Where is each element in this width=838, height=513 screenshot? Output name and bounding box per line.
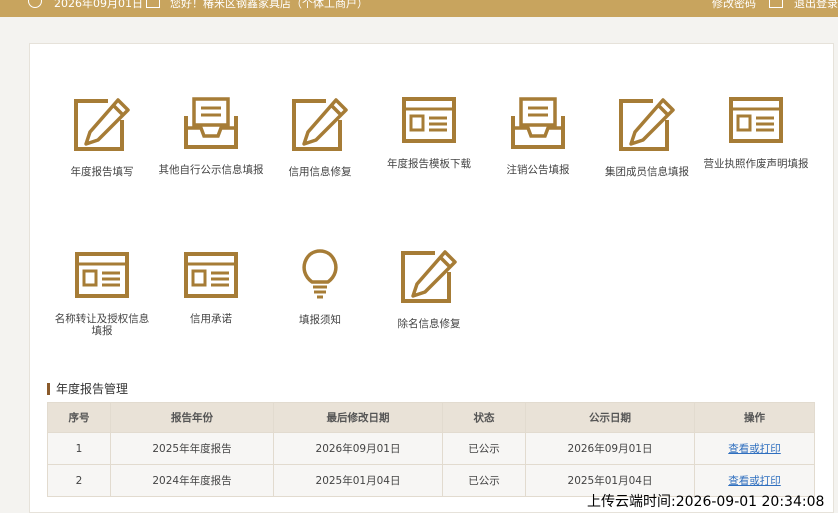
- change-password-link[interactable]: 修改密码: [712, 0, 756, 11]
- table-cell: 2: [47, 464, 111, 497]
- tile-label: 营业执照作废声明填报: [703, 158, 809, 170]
- view-or-print-link[interactable]: 查看或打印: [728, 443, 781, 455]
- table-cell-action: 查看或打印: [694, 432, 815, 465]
- inbox-icon: [184, 97, 238, 149]
- table-cell: 2024年年度报告: [110, 464, 274, 497]
- tile-label: 信用承诺: [190, 313, 232, 325]
- column-header: 序号: [47, 402, 111, 433]
- table-cell: 已公示: [442, 432, 526, 465]
- inbox-icon: [511, 97, 565, 149]
- tile-delisting-repair[interactable]: 除名信息修复: [369, 248, 489, 330]
- tile-label: 填报须知: [299, 314, 341, 326]
- section-title: 年度报告管理: [47, 380, 128, 397]
- tile-filing-instructions[interactable]: 填报须知: [260, 248, 380, 326]
- calendar-icon: [28, 0, 42, 8]
- table-cell: 已公示: [442, 464, 526, 497]
- tile-template-download[interactable]: 年度报告模板下载: [369, 96, 489, 170]
- section-title-text: 年度报告管理: [56, 382, 129, 396]
- tile-license-void[interactable]: 营业执照作废声明填报: [696, 96, 816, 170]
- window-icon: [75, 252, 129, 298]
- window-icon: [402, 97, 456, 143]
- tile-label: 名称转让及授权信息填报: [54, 313, 150, 337]
- current-date: 2026年09月01日: [54, 0, 143, 10]
- tile-annual-report-fill[interactable]: 年度报告填写: [42, 96, 162, 178]
- column-header: 公示日期: [525, 402, 695, 433]
- column-header: 报告年份: [110, 402, 274, 433]
- tile-label: 注销公告填报: [506, 164, 570, 176]
- logout-link[interactable]: 退出登录: [794, 0, 838, 11]
- window-icon: [184, 252, 238, 298]
- tile-label: 集团成员信息填报: [605, 166, 689, 178]
- tile-other-disclosure[interactable]: 其他自行公示信息填报: [151, 96, 271, 176]
- top-bar: 2026年09月01日 您好！椿米区钢鑫家具店（个体工商户） 修改密码 退出登录: [0, 0, 838, 17]
- column-header: 状态: [442, 402, 526, 433]
- section-marker: [47, 383, 50, 395]
- upload-time-stamp: 上传云端时间:2026-09-01 20:34:08: [587, 494, 825, 510]
- table-row: 1 2025年年度报告 2026年09月01日 已公示 2026年09月01日 …: [47, 432, 815, 465]
- edit-icon: [74, 98, 130, 151]
- logout-icon: [769, 0, 783, 8]
- tile-label: 信用信息修复: [288, 166, 352, 178]
- tile-label: 其他自行公示信息填报: [158, 164, 264, 176]
- edit-icon: [292, 98, 348, 151]
- tile-name-transfer[interactable]: 名称转让及授权信息填报: [42, 251, 162, 337]
- table-cell: 2026年09月01日: [273, 432, 443, 465]
- edit-icon: [619, 98, 675, 151]
- column-header: 最后修改日期: [273, 402, 443, 433]
- view-or-print-link[interactable]: 查看或打印: [728, 475, 781, 487]
- tile-label: 年度报告填写: [70, 166, 134, 178]
- edit-icon: [401, 250, 457, 303]
- tile-label: 年度报告模板下载: [387, 158, 471, 170]
- table-header-row: 序号 报告年份 最后修改日期 状态 公示日期 操作: [47, 402, 815, 433]
- column-header: 操作: [694, 402, 815, 433]
- window-icon: [729, 97, 783, 143]
- tile-label: 除名信息修复: [397, 318, 461, 330]
- table-cell: 1: [47, 432, 111, 465]
- lightbulb-icon: [302, 249, 338, 299]
- greeting-text: 您好！椿米区钢鑫家具店（个体工商户）: [170, 0, 368, 10]
- tile-credit-commitment[interactable]: 信用承诺: [151, 251, 271, 325]
- table-cell: 2025年年度报告: [110, 432, 274, 465]
- user-icon: [146, 0, 160, 8]
- tile-group-members[interactable]: 集团成员信息填报: [587, 96, 707, 178]
- table-cell: 2026年09月01日: [525, 432, 695, 465]
- tile-cancellation-notice[interactable]: 注销公告填报: [478, 96, 598, 176]
- annual-report-table: 序号 报告年份 最后修改日期 状态 公示日期 操作 1 2025年年度报告 20…: [47, 402, 815, 497]
- table-cell: 2025年01月04日: [273, 464, 443, 497]
- tile-credit-repair[interactable]: 信用信息修复: [260, 96, 380, 178]
